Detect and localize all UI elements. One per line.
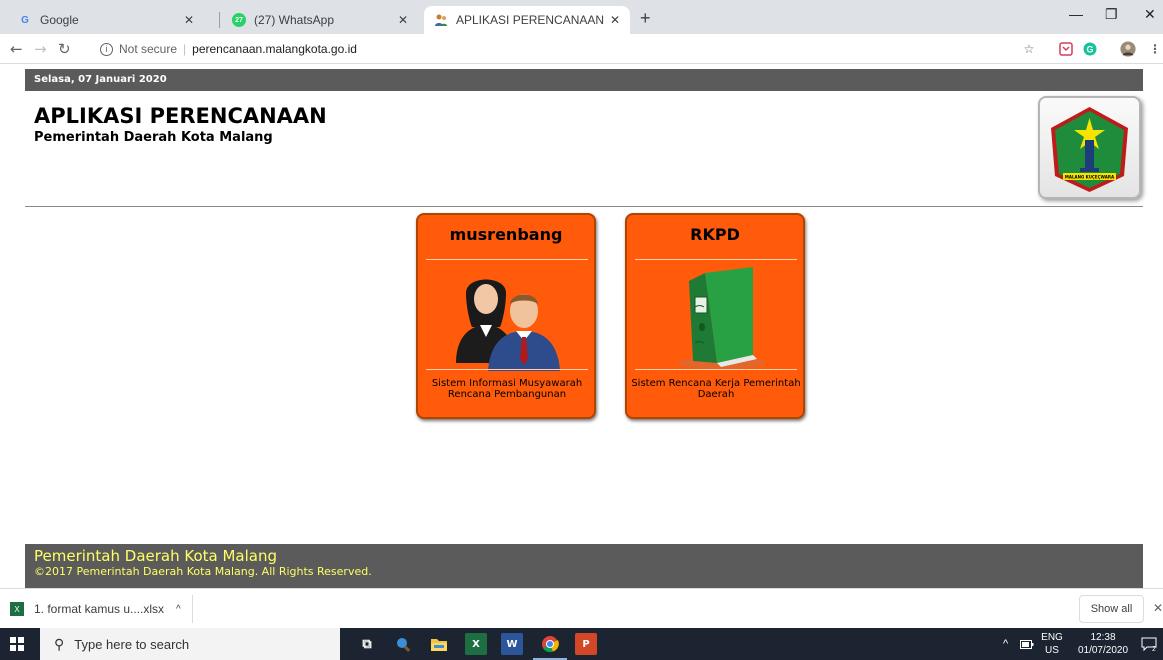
url-text: perencanaan.malangkota.go.id [192,42,357,56]
card-title: RKPD [690,225,740,244]
address-divider: | [183,42,187,56]
page-footer: Pemerintah Daerah Kota Malang ©2017 Peme… [25,544,1143,588]
minimize-icon[interactable]: — [1069,6,1083,22]
info-icon[interactable]: i [100,42,113,56]
restore-icon[interactable]: ❐ [1105,6,1118,23]
file-explorer-icon[interactable] [428,633,450,655]
tab-google[interactable]: G Google ✕ [8,6,204,34]
page-subtitle: Pemerintah Daerah Kota Malang [34,130,273,145]
windows-taskbar: ⚲ Type here to search ⧉ X W P ^ ENG US 1… [0,628,1163,660]
search-placeholder: Type here to search [74,636,190,652]
windows-start-icon[interactable] [10,637,24,651]
pocket-extension-icon[interactable] [1058,41,1074,57]
search-icon: ⚲ [54,635,65,652]
browser-toolbar: ← → ↻ i Not secure | perencanaan.malangk… [0,34,1163,64]
card-description: Sistem Rencana Kerja Pemerintah Daerah [631,378,801,400]
chrome-app-icon[interactable] [533,633,567,660]
shelf-divider [192,595,193,623]
word-app-icon[interactable]: W [501,633,523,655]
system-clock[interactable]: 12:38 01/07/2020 [1074,631,1132,657]
excel-app-icon[interactable]: X [465,633,487,655]
tab-aplikasi-perencanaan[interactable]: APLIKASI PERENCANAAN: Login ✕ [424,6,630,34]
address-bar[interactable]: i Not secure | perencanaan.malangkota.go… [100,38,1000,60]
tab-whatsapp[interactable]: 27 (27) WhatsApp ✕ [222,6,418,34]
svg-text:MALANG KUÇEÇWARA: MALANG KUÇEÇWARA [1065,175,1115,180]
battery-icon[interactable] [1020,628,1034,660]
profile-avatar-icon[interactable] [1120,41,1136,57]
show-all-button[interactable]: Show all [1079,595,1144,623]
excel-file-icon: X [10,602,24,616]
tray-chevron-icon[interactable]: ^ [1003,628,1008,660]
search-app-icon[interactable] [392,633,414,655]
close-tab-icon[interactable]: ✕ [398,13,408,27]
web-page: Selasa, 07 Januari 2020 APLIKASI PERENCA… [0,64,1163,588]
forward-arrow-icon[interactable]: → [34,40,47,58]
card-divider [426,369,588,370]
close-shelf-icon[interactable]: ✕ [1153,601,1163,615]
card-divider [426,259,588,260]
clock-time: 12:38 [1090,632,1116,643]
google-g-icon: G [21,14,29,26]
card-title: musrenbang [449,225,563,244]
browser-tab-strip: G Google ✕ 27 (27) WhatsApp ✕ APLIKASI P… [0,0,1163,34]
people-icon [434,13,448,27]
users-icon [448,267,566,371]
footer-title: Pemerintah Daerah Kota Malang [34,547,278,565]
download-shelf: X 1. format kamus u....xlsx ^ Show all ✕ [0,588,1163,628]
tab-label: APLIKASI PERENCANAAN: Login [456,13,604,27]
footer-copyright: ©2017 Pemerintah Daerah Kota Malang. All… [34,565,372,578]
reload-icon[interactable]: ↻ [58,40,71,58]
back-arrow-icon[interactable]: ← [10,40,23,58]
download-item[interactable]: X 1. format kamus u....xlsx ^ [10,597,181,621]
card-divider [635,369,797,370]
download-filename: 1. format kamus u....xlsx [34,602,165,616]
musrenbang-card[interactable]: musrenbang Sistem Informasi Musyawarah R… [416,213,596,419]
card-divider [635,259,797,260]
tab-label: Google [40,13,79,27]
chevron-up-icon[interactable]: ^ [176,604,181,615]
malang-city-logo: MALANG KUÇEÇWARA [1038,96,1141,199]
date-bar: Selasa, 07 Januari 2020 [25,69,1143,91]
new-tab-button[interactable]: + [640,8,651,29]
whatsapp-icon: 27 [232,13,246,27]
tab-divider [219,12,220,28]
current-date: Selasa, 07 Januari 2020 [34,74,167,85]
header-divider [25,206,1143,207]
notification-count: 2 [1152,646,1156,652]
tab-label: (27) WhatsApp [254,13,335,27]
notification-center-icon[interactable]: 2 [1141,628,1157,660]
chrome-menu-icon[interactable]: ⋮ [1147,41,1163,57]
close-window-icon[interactable]: ✕ [1144,6,1156,23]
card-description: Sistem Informasi Musyawarah Rencana Pemb… [431,378,583,400]
page-title: APLIKASI PERENCANAAN [34,104,327,128]
rkpd-card[interactable]: RKPD Sistem Rencana Kerja Pemerintah Dae… [625,213,805,419]
bookmark-star-icon[interactable]: ☆ [1021,41,1037,57]
taskbar-search-box[interactable]: ⚲ Type here to search [40,628,340,660]
close-tab-icon[interactable]: ✕ [610,13,620,27]
language-code: ENG [1041,632,1063,643]
security-label: Not secure [119,42,178,56]
close-tab-icon[interactable]: ✕ [184,13,194,27]
task-view-icon[interactable]: ⧉ [356,633,378,655]
binder-icon [657,267,775,371]
powerpoint-app-icon[interactable]: P [575,633,597,655]
svg-text:G: G [1086,45,1093,55]
clock-date: 01/07/2020 [1077,645,1129,656]
malang-crest-icon: MALANG KUÇEÇWARA [1051,107,1128,192]
grammarly-extension-icon[interactable]: G [1082,41,1098,57]
region-code: US [1045,645,1059,656]
input-language[interactable]: ENG US [1038,631,1066,657]
